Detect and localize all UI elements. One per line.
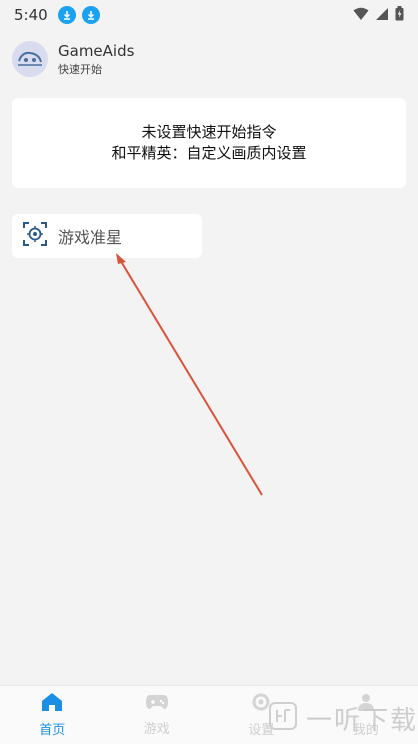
annotation-arrow <box>0 0 418 743</box>
watermark-text: 一听下载 <box>306 700 418 737</box>
watermark-logo-icon <box>268 701 298 735</box>
home-icon <box>41 692 63 716</box>
nav-games-label: 游戏 <box>144 718 170 737</box>
nav-home-label: 首页 <box>39 719 65 738</box>
nav-games[interactable]: 游戏 <box>105 686 210 744</box>
gamepad-icon <box>145 693 169 715</box>
watermark: 一听下载 <box>268 698 418 738</box>
nav-home[interactable]: 首页 <box>0 686 105 744</box>
